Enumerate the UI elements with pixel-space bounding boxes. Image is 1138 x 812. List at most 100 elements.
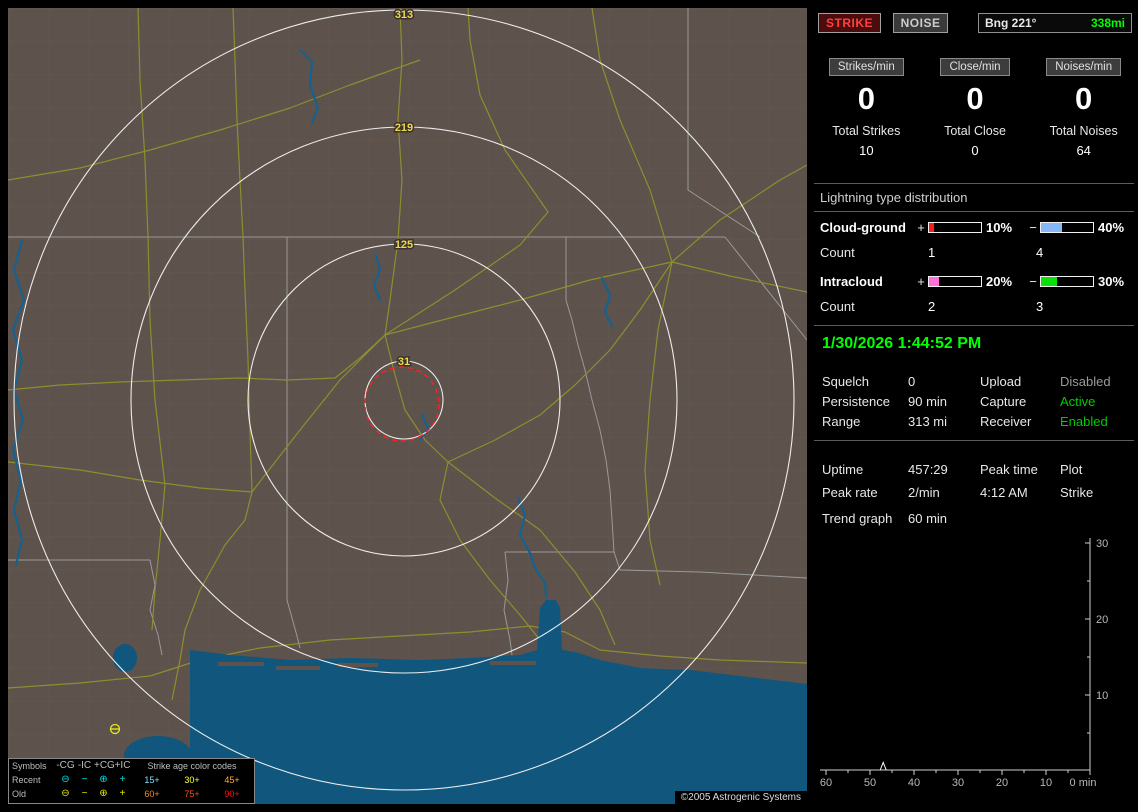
intracloud-row: Intracloud + 20% − 30%	[812, 274, 1138, 289]
trend-graph: 30 20 10 60 50 40 30 20 10 0 min	[820, 538, 1108, 789]
recent-neg-cg-icon: ⊖	[61, 774, 70, 785]
cloud-ground-row: Cloud-ground + 10% − 40%	[812, 220, 1138, 235]
strike-indicator-button[interactable]: STRIKE	[818, 13, 882, 33]
noise-indicator-button[interactable]: NOISE	[892, 13, 949, 33]
range-label: Range	[822, 413, 861, 429]
xtick-40: 40	[908, 777, 920, 789]
y-major-ticks	[1085, 542, 1090, 696]
legend-col-neg-cg: -CG	[56, 760, 75, 771]
peak-time-label: Peak time	[980, 462, 1038, 477]
legend-recent-row: Recent ⊖ − ⊕ + 15+ 30+ 45+	[9, 773, 254, 787]
intracloud-label: Intracloud	[820, 274, 883, 289]
info-row: Uptime 457:29 Peak time Plot	[812, 458, 1138, 481]
separator	[814, 211, 1134, 212]
persistence-label: Persistence	[822, 393, 890, 409]
xtick-50: 50	[864, 777, 876, 789]
plus-sign: +	[917, 220, 925, 235]
cg-negative-count: 4	[1036, 245, 1044, 260]
cg-positive-bar	[928, 222, 982, 233]
ic-negative-pct: 30%	[1098, 274, 1125, 289]
age-60: 60+	[144, 789, 160, 799]
xtick-10: 10	[1040, 777, 1052, 789]
cg-positive-pct: 10%	[986, 220, 1013, 235]
squelch-label: Squelch	[822, 373, 869, 389]
count-label: Count	[820, 245, 855, 260]
bearing-readout: Bng 221° 338mi	[978, 13, 1132, 33]
plot-mode-value: Strike	[1060, 485, 1094, 500]
separator	[814, 440, 1134, 441]
legend-symbols-header: Symbols	[12, 761, 47, 771]
range-value: 313 mi	[908, 413, 948, 429]
xtick-20: 20	[996, 777, 1008, 789]
trend-y-labels: 30 20 10	[1096, 538, 1108, 702]
coastal-inlet	[113, 644, 137, 672]
rate-values-row: 0 0 0	[812, 82, 1138, 116]
bearing-distance: 338mi	[1090, 16, 1125, 30]
lightning-map: 313 219 125 31 Symbols -CG -IC +CG +IC S…	[8, 8, 807, 804]
capture-status: Active	[1060, 393, 1096, 409]
ic-negative-count: 3	[1036, 299, 1044, 314]
strikes-per-min-button[interactable]: Strikes/min	[828, 58, 904, 76]
total-close-label: Total Close	[944, 124, 1006, 138]
total-strikes-label: Total Strikes	[832, 124, 901, 138]
count-label: Count	[820, 299, 855, 314]
legend-age-header: Strike age color codes	[147, 761, 237, 771]
age-15: 15+	[144, 775, 160, 785]
legend-old-row: Old ⊖ − ⊕ + 60+ 75+ 90+	[9, 787, 254, 801]
receiver-status: Enabled	[1060, 413, 1108, 429]
separator	[814, 325, 1134, 326]
close-per-min-button[interactable]: Close/min	[940, 58, 1010, 76]
trend-graph-window: 60 min	[908, 511, 948, 526]
separator	[814, 183, 1134, 184]
old-neg-cg-icon: ⊖	[61, 788, 70, 799]
info-row: Peak rate 2/min 4:12 AM Strike	[812, 481, 1138, 504]
trend-x-labels: 60 50 40 30 20 10 0 min	[820, 777, 1097, 789]
peak-time-value: 4:12 AM	[980, 485, 1028, 500]
upload-status: Disabled	[1060, 373, 1111, 389]
clock-readout: 1/30/2026 1:44:52 PM	[822, 335, 982, 352]
xtick-60: 60	[820, 777, 832, 789]
age-90: 90+	[224, 789, 240, 799]
recent-neg-ic-icon: −	[81, 774, 88, 785]
total-noises-label: Total Noises	[1049, 124, 1118, 138]
ytick-30: 30	[1096, 538, 1108, 550]
minus-sign: −	[1029, 220, 1037, 235]
cg-negative-bar	[1040, 222, 1094, 233]
uptime-label: Uptime	[822, 462, 864, 477]
indicator-bar: STRIKE NOISE Bng 221° 338mi	[818, 13, 1132, 35]
distribution-header: Lightning type distribution	[820, 190, 968, 205]
cloud-ground-label: Cloud-ground	[820, 220, 906, 235]
intracloud-count-row: Count 2 3	[812, 299, 1138, 314]
old-pos-ic-icon: +	[119, 788, 126, 799]
bearing-label: Bng 221°	[985, 16, 1037, 30]
old-neg-ic-icon: −	[81, 788, 88, 799]
legend-header-row: Symbols -CG -IC +CG +IC Strike age color…	[9, 759, 254, 773]
ytick-20: 20	[1096, 614, 1108, 626]
rate-labels-row: Strikes/min Close/min Noises/min	[812, 58, 1138, 76]
plot-label: Plot	[1060, 462, 1083, 477]
xtick-0min: 0 min	[1070, 777, 1097, 789]
noises-per-min-button[interactable]: Noises/min	[1046, 58, 1122, 76]
ic-positive-pct: 20%	[986, 274, 1013, 289]
xtick-30: 30	[952, 777, 964, 789]
receiver-label: Receiver	[980, 413, 1032, 429]
noises-per-min-value: 0	[1075, 81, 1093, 116]
minus-sign: −	[1029, 274, 1037, 289]
range-label-313: 313	[395, 9, 413, 21]
old-pos-cg-icon: ⊕	[99, 788, 108, 799]
trend-graph-label: Trend graph	[822, 511, 893, 526]
total-close-value: 0	[971, 143, 979, 158]
squelch-value: 0	[908, 373, 916, 389]
peak-rate-value: 2/min	[908, 485, 940, 500]
trend-spike	[879, 761, 887, 771]
status-row: Range 313 mi Receiver Enabled	[812, 411, 1138, 431]
status-row: Persistence 90 min Capture Active	[812, 391, 1138, 411]
legend-recent-label: Recent	[12, 775, 41, 785]
peak-rate-label: Peak rate	[822, 485, 878, 500]
status-panel: STRIKE NOISE Bng 221° 338mi Strikes/min …	[812, 0, 1138, 812]
total-noises-value: 64	[1076, 143, 1091, 158]
cloud-ground-count-row: Count 1 4	[812, 245, 1138, 260]
plus-sign: +	[917, 274, 925, 289]
capture-label: Capture	[980, 393, 1027, 409]
symbols-legend: Symbols -CG -IC +CG +IC Strike age color…	[8, 758, 255, 804]
